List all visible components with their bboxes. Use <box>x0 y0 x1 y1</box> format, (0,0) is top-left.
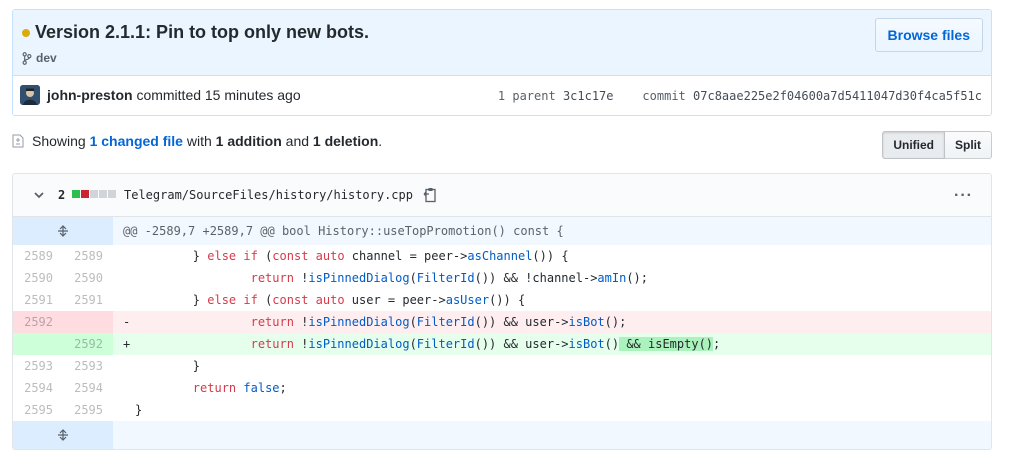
deletions-count: 1 deletion <box>312 133 379 149</box>
changed-files-link[interactable]: 1 changed file <box>90 133 183 149</box>
change-count: 2 <box>58 188 66 202</box>
commit-sha: 07c8aae225e2f04600a7d5411047d30f4ca5f51c <box>693 89 982 103</box>
split-button[interactable]: Split <box>945 131 992 159</box>
code-line: } <box>135 359 201 373</box>
parent-sha-link[interactable]: 3c1c17e <box>563 89 614 103</box>
code-line: } <box>135 403 143 417</box>
old-line-number[interactable]: 2589 <box>13 245 63 267</box>
commit-label: commit <box>642 89 686 103</box>
diff-line: 2589 2589 } else if (const auto channel … <box>13 245 991 267</box>
new-line-number[interactable]: 2594 <box>63 377 113 399</box>
commit-box: Version 2.1.1: Pin to top only new bots.… <box>12 9 992 116</box>
new-line-number[interactable]: 2590 <box>63 267 113 289</box>
avatar-image <box>20 85 40 105</box>
committed-time: committed 15 minutes ago <box>136 87 301 103</box>
code-line: return !isPinnedDialog(FilterId()) && us… <box>250 337 721 351</box>
old-line-number[interactable]: 2590 <box>13 267 63 289</box>
old-line-number[interactable]: 2592 <box>13 311 63 333</box>
hunk-header-row: @@ -2589,7 +2589,7 @@ bool History::useT… <box>13 217 991 245</box>
additions-count: 1 addition <box>215 133 282 149</box>
new-line-number[interactable] <box>63 311 113 333</box>
commit-title: Version 2.1.1: Pin to top only new bots. <box>35 22 370 42</box>
clipboard-icon[interactable] <box>423 187 437 203</box>
commit-header: Version 2.1.1: Pin to top only new bots.… <box>13 10 991 76</box>
code-line: } else if (const auto user = peer->asUse… <box>135 293 526 307</box>
diff-marker: + <box>123 337 131 351</box>
avatar[interactable] <box>20 85 40 105</box>
new-line-number[interactable]: 2592 <box>63 333 113 355</box>
old-line-number[interactable]: 2594 <box>13 377 63 399</box>
branch-name: dev <box>36 51 57 65</box>
more-options-button[interactable]: ··· <box>954 187 973 205</box>
branch-icon <box>22 51 32 65</box>
diffstat <box>72 190 116 198</box>
commit-ids: 1 parent 3c1c17e commit 07c8aae225e2f046… <box>498 89 982 103</box>
diff-line: 2594 2594 return false; <box>13 377 991 399</box>
diff-summary: Showing 1 changed file with 1 addition a… <box>12 133 382 149</box>
summary-showing: Showing <box>32 133 86 149</box>
commit-meta: john-preston committed 15 minutes ago 1 … <box>13 76 991 115</box>
new-line-number[interactable]: 2595 <box>63 399 113 421</box>
diffstat-added-block <box>72 190 80 198</box>
expand-bottom-row <box>13 421 991 449</box>
branch-label[interactable]: dev <box>22 51 57 65</box>
diff-table: @@ -2589,7 +2589,7 @@ bool History::useT… <box>13 217 991 449</box>
new-line-number[interactable]: 2589 <box>63 245 113 267</box>
summary-period: . <box>378 133 383 149</box>
file-header: 2 Telegram/SourceFiles/history/history.c… <box>13 174 991 217</box>
author-line: john-preston committed 15 minutes ago <box>47 87 301 103</box>
old-line-number[interactable]: 2593 <box>13 355 63 377</box>
old-line-number[interactable]: 2595 <box>13 399 63 421</box>
summary-and: and <box>285 133 310 149</box>
status-pending-icon[interactable] <box>22 29 30 37</box>
diff-marker: - <box>123 315 131 329</box>
diff-line-added: 2592 + return !isPinnedDialog(FilterId()… <box>13 333 991 355</box>
expand-up-icon[interactable] <box>13 217 113 245</box>
view-toggle: Unified Split <box>882 131 992 159</box>
diff-line-deleted: 2592 - return !isPinnedDialog(FilterId()… <box>13 311 991 333</box>
code-line: return false; <box>192 381 287 395</box>
chevron-down-icon[interactable] <box>33 188 45 202</box>
hunk-header: @@ -2589,7 +2589,7 @@ bool History::useT… <box>123 224 564 238</box>
parents-label: 1 parent <box>497 89 556 103</box>
file-diff: 2 Telegram/SourceFiles/history/history.c… <box>12 173 992 450</box>
diffstat-neutral-block <box>90 190 98 198</box>
summary-with: with <box>186 133 212 149</box>
diff-line: 2591 2591 } else if (const auto user = p… <box>13 289 991 311</box>
browse-files-button[interactable]: Browse files <box>874 18 983 52</box>
diff-line: 2593 2593 } <box>13 355 991 377</box>
old-line-number[interactable]: 2591 <box>13 289 63 311</box>
unified-button[interactable]: Unified <box>882 131 945 159</box>
expand-down-icon[interactable] <box>13 421 113 449</box>
diff-line: 2590 2590 return !isPinnedDialog(FilterI… <box>13 267 991 289</box>
old-line-number[interactable] <box>13 333 63 355</box>
new-line-number[interactable]: 2593 <box>63 355 113 377</box>
new-line-number[interactable]: 2591 <box>63 289 113 311</box>
file-diff-icon <box>12 134 24 148</box>
code-line: return !isPinnedDialog(FilterId()) && !c… <box>250 271 649 285</box>
code-line: } else if (const auto channel = peer->as… <box>135 249 569 263</box>
diff-line: 2595 2595 } <box>13 399 991 421</box>
code-line: return !isPinnedDialog(FilterId()) && us… <box>250 315 627 329</box>
diffstat-deleted-block <box>81 190 89 198</box>
author-link[interactable]: john-preston <box>47 87 133 103</box>
diffstat-neutral-block <box>99 190 107 198</box>
file-path-link[interactable]: Telegram/SourceFiles/history/history.cpp <box>124 188 413 202</box>
diffstat-neutral-block <box>108 190 116 198</box>
